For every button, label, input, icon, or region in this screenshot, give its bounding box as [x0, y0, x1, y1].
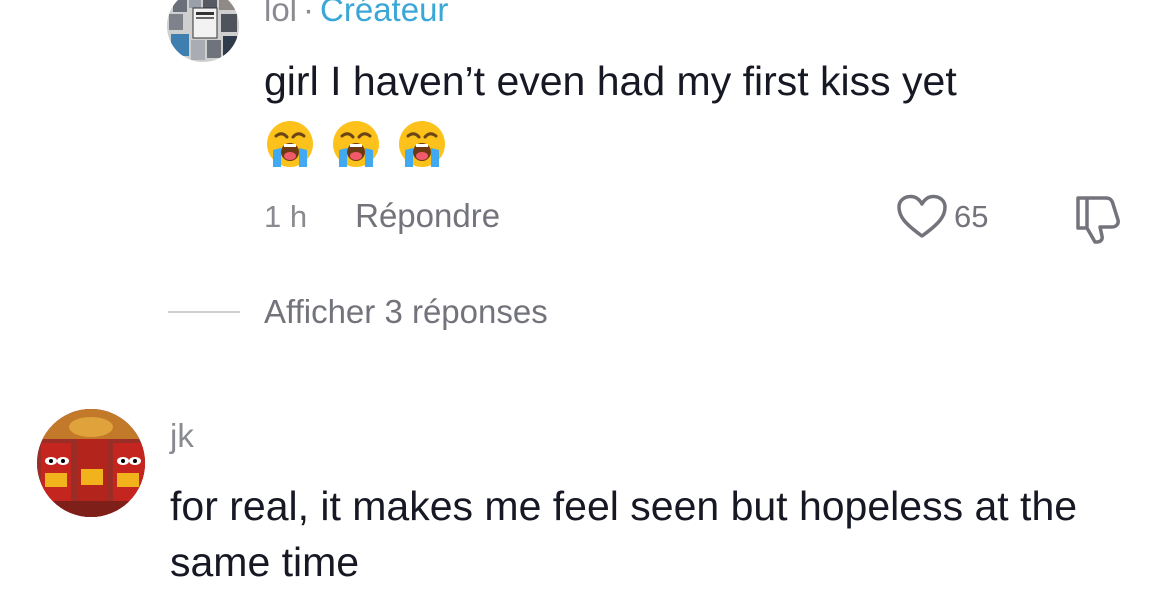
view-replies-label: Afficher 3 réponses [264, 293, 548, 330]
like-button[interactable]: 65 [896, 194, 988, 240]
creator-badge: Créateur [320, 0, 449, 28]
heart-outline-icon[interactable] [896, 194, 948, 240]
view-replies-button[interactable]: Afficher 3 réponses [168, 292, 548, 332]
dislike-button[interactable] [1070, 192, 1126, 244]
reply-timestamp: 1 h [264, 199, 308, 234]
comment-text: for real, it makes me feel seen but hope… [170, 483, 1078, 585]
reply-avatar[interactable] [167, 0, 239, 62]
reply-header: lol · Créateur [264, 0, 448, 30]
reply-meta-row: 1 h Répondre [264, 196, 500, 237]
reply-text: girl I haven’t even had my first kiss ye… [264, 58, 957, 104]
thumbs-down-icon[interactable] [1070, 192, 1126, 244]
reply-username[interactable]: lol [264, 0, 297, 28]
comment-username[interactable]: jk [170, 416, 194, 456]
like-count: 65 [954, 199, 989, 234]
emoji-row [264, 118, 448, 168]
view-replies-divider [168, 311, 240, 313]
comment-avatar-image [37, 409, 145, 517]
loudly-crying-face-icon [399, 121, 445, 167]
separator-dot: · [303, 0, 315, 28]
reply-avatar-image [167, 0, 239, 62]
loudly-crying-face-icon [333, 121, 379, 167]
loudly-crying-face-icon [267, 121, 313, 167]
reply-button[interactable]: Répondre [355, 197, 500, 234]
comment-avatar[interactable] [37, 409, 145, 517]
